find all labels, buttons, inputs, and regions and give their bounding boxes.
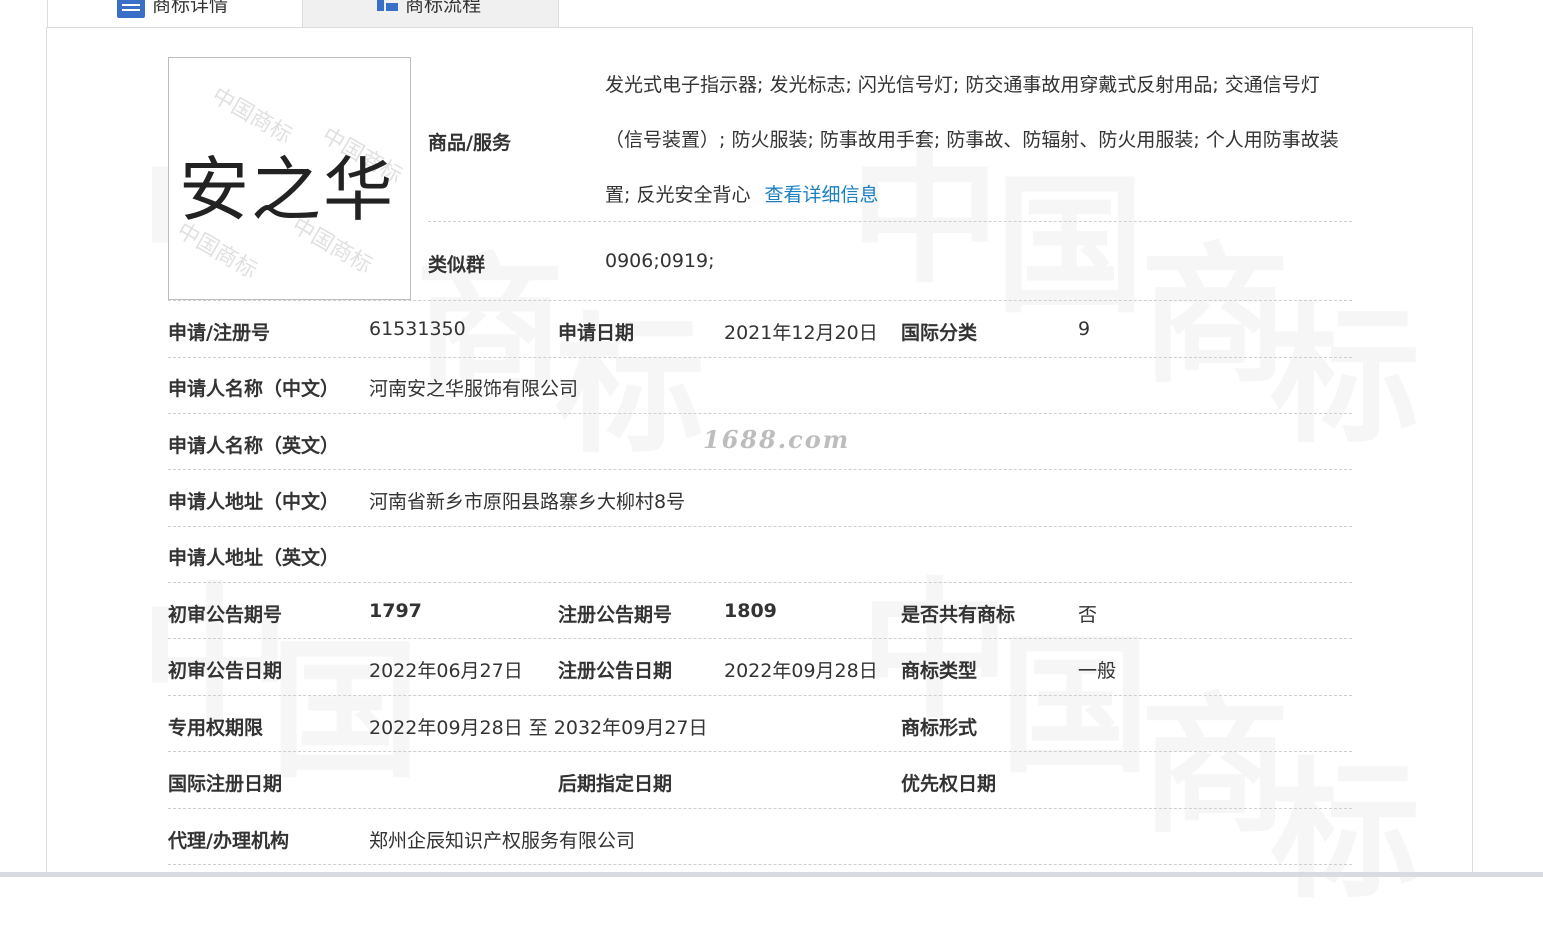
agent-value: 郑州企辰知识产权服务有限公司 xyxy=(369,830,636,852)
reg-no-label: 申请/注册号 xyxy=(168,322,270,344)
applicant-address-cn-value: 河南省新乡市原阳县路寨乡大柳村8号 xyxy=(369,491,686,513)
intl-class-value: 9 xyxy=(1078,318,1091,340)
site-watermark: 1688.com xyxy=(703,425,851,454)
trademark-type-label: 商标类型 xyxy=(901,660,978,682)
row-divider xyxy=(168,582,1352,583)
shared-trademark-value: 否 xyxy=(1078,604,1098,626)
reg-announce-no-label: 注册公告期号 xyxy=(558,604,673,626)
trademark-type-value: 一般 xyxy=(1078,660,1117,682)
row-divider xyxy=(168,300,1352,301)
goods-list: 发光式电子指示器; 发光标志; 闪光信号灯; 防交通事故用穿戴式反射用品; 交通… xyxy=(605,58,1353,223)
reg-announce-date-label: 注册公告日期 xyxy=(558,660,673,682)
intl-reg-date-label: 国际注册日期 xyxy=(168,773,283,795)
intl-class-label: 国际分类 xyxy=(901,322,978,344)
tab-label: 商标详情 xyxy=(152,0,229,16)
exclusive-period-value: 2022年09月28日 至 2032年09月27日 xyxy=(369,717,708,739)
similar-group-value: 0906;0919; xyxy=(605,250,715,272)
prelim-announce-date-value: 2022年06月27日 xyxy=(369,660,523,682)
row-divider xyxy=(168,413,1352,414)
row-divider xyxy=(168,695,1352,696)
applicant-address-en-label: 申请人地址（英文） xyxy=(168,547,340,569)
prelim-announce-no-label: 初审公告期号 xyxy=(168,604,283,626)
tab-trademark-process[interactable]: 商标流程 xyxy=(303,0,559,27)
apply-date-label: 申请日期 xyxy=(558,322,635,344)
list-icon xyxy=(116,0,146,23)
tab-trademark-details[interactable]: 商标详情 xyxy=(47,0,303,27)
similar-group-label: 类似群 xyxy=(428,254,486,276)
priority-date-label: 优先权日期 xyxy=(901,773,997,795)
tab-label: 商标流程 xyxy=(405,0,482,16)
exclusive-period-label: 专用权期限 xyxy=(168,717,264,739)
trademark-form-label: 商标形式 xyxy=(901,717,978,739)
apply-date-value: 2021年12月20日 xyxy=(724,322,878,344)
row-divider xyxy=(168,864,1352,865)
row-divider xyxy=(428,221,1352,222)
view-details-link[interactable]: 查看详细信息 xyxy=(764,184,878,206)
row-divider xyxy=(168,808,1352,809)
reg-announce-no-value: 1809 xyxy=(724,600,777,622)
reg-no-value: 61531350 xyxy=(369,318,466,340)
shared-trademark-label: 是否共有商标 xyxy=(901,604,1016,626)
agent-label: 代理/办理机构 xyxy=(168,830,289,852)
goods-text: 发光式电子指示器; 发光标志; 闪光信号灯; 防交通事故用穿戴式反射用品; 交通… xyxy=(605,74,1339,206)
applicant-name-cn-value: 河南安之华服饰有限公司 xyxy=(369,378,579,400)
applicant-name-cn-label: 申请人名称（中文） xyxy=(168,378,340,400)
row-divider xyxy=(168,469,1352,470)
row-divider xyxy=(168,751,1352,752)
row-divider xyxy=(168,357,1352,358)
goods-label: 商品/服务 xyxy=(428,132,511,154)
applicant-address-cn-label: 申请人地址（中文） xyxy=(168,491,340,513)
row-divider xyxy=(168,638,1352,639)
trademark-image: 中国商标 中国商标 中国商标 中国商标 安之华 xyxy=(168,57,411,300)
later-designation-date-label: 后期指定日期 xyxy=(558,773,673,795)
row-divider xyxy=(168,526,1352,527)
chart-icon xyxy=(375,0,401,18)
reg-announce-date-value: 2022年09月28日 xyxy=(724,660,878,682)
trademark-logo-text: 安之华 xyxy=(179,149,395,231)
applicant-name-en-label: 申请人名称（英文） xyxy=(168,435,340,457)
prelim-announce-no-value: 1797 xyxy=(369,600,422,622)
bottom-bar xyxy=(0,872,1543,877)
prelim-announce-date-label: 初审公告日期 xyxy=(168,660,283,682)
